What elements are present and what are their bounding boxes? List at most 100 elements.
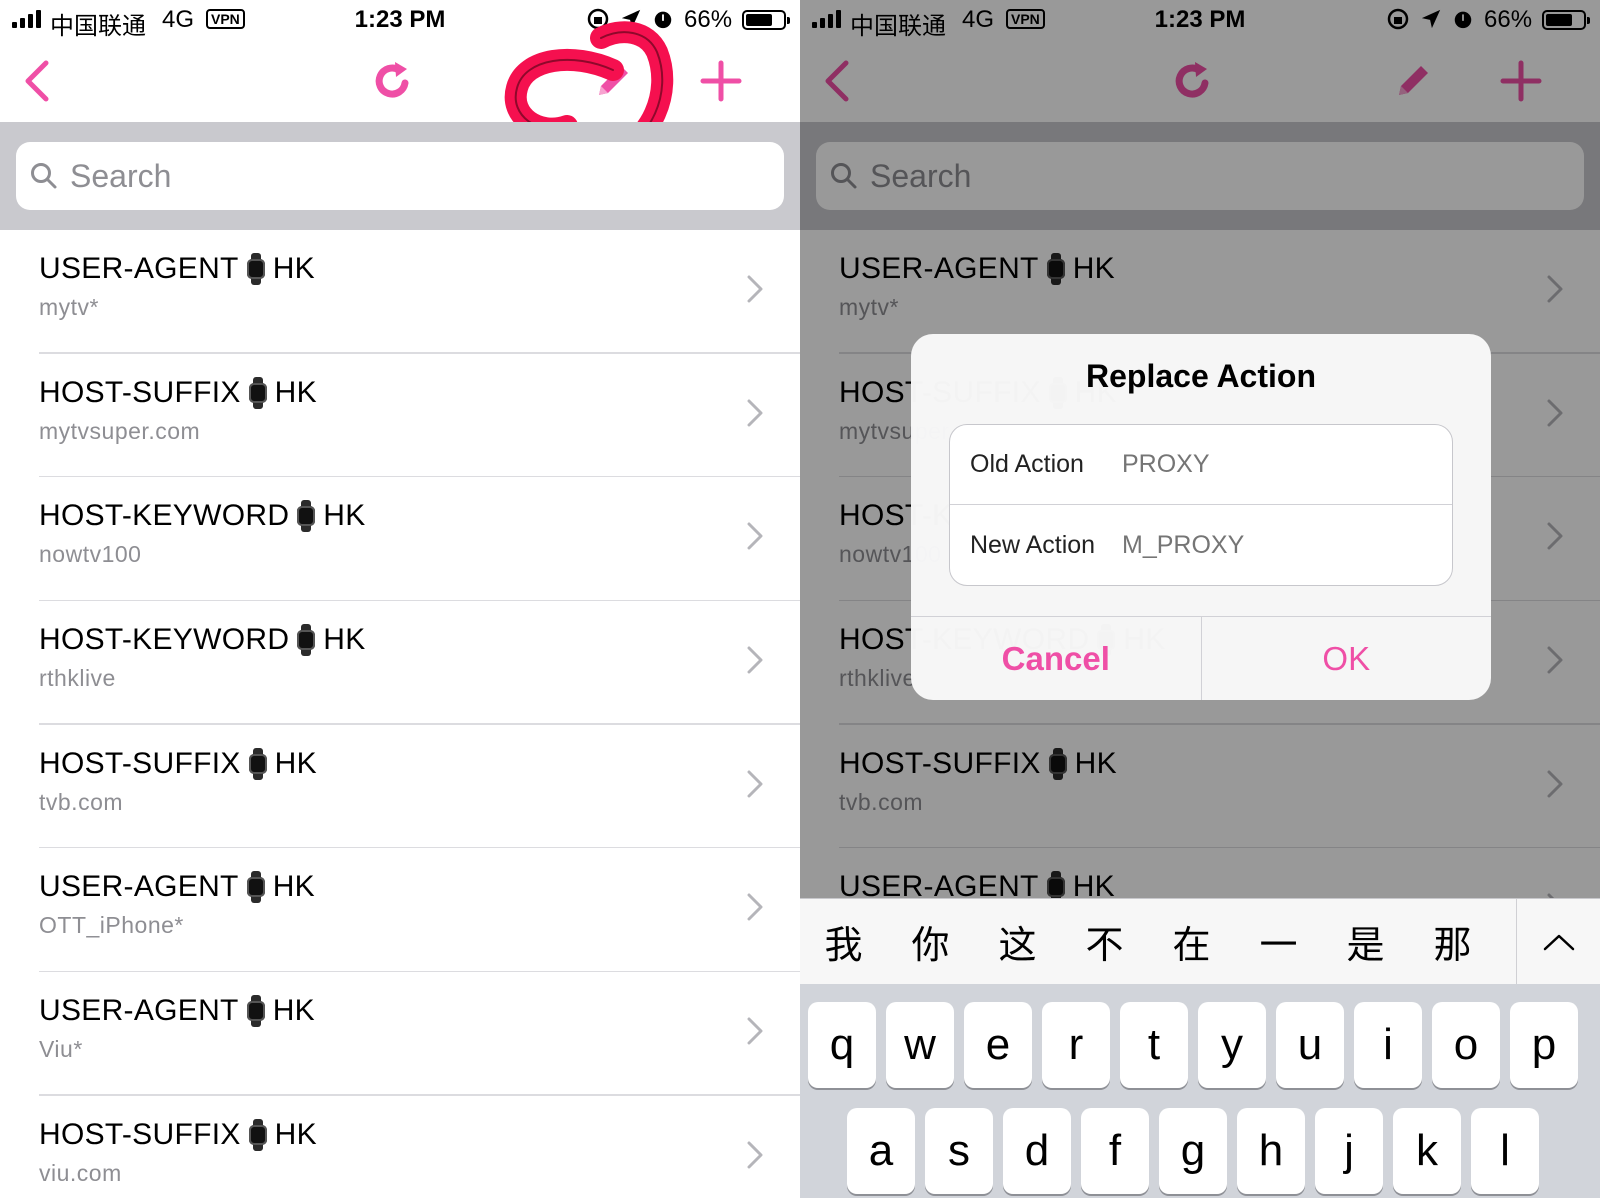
watch-icon [248, 376, 267, 409]
chevron-right-icon [747, 646, 763, 674]
key-f[interactable]: f [1081, 1108, 1149, 1194]
candidate-char[interactable]: 是 [1322, 914, 1409, 969]
ok-button[interactable]: OK [1202, 617, 1492, 700]
rule-policy: HK [1074, 746, 1117, 780]
key-q[interactable]: q [808, 1002, 876, 1088]
candidate-char[interactable]: 一 [1235, 914, 1322, 969]
key-k[interactable]: k [1393, 1108, 1461, 1194]
alarm-icon [1454, 11, 1472, 29]
rule-value: Viu* [39, 1036, 83, 1063]
chevron-right-icon [747, 522, 763, 550]
rule-type: USER-AGENT [39, 994, 239, 1028]
rule-row[interactable]: HOST-SUFFIX HK viu.com [0, 1096, 800, 1198]
rule-row[interactable]: USER-AGENT HK mytv* [0, 230, 800, 354]
old-action-input[interactable] [1122, 450, 1422, 479]
rule-type: HOST-SUFFIX [39, 375, 241, 409]
key-y[interactable]: y [1198, 1002, 1266, 1088]
rule-type: HOST-SUFFIX [839, 746, 1041, 780]
search-placeholder: Search [870, 157, 972, 194]
rule-row[interactable]: USER-AGENT HK OTT_iPhone* [0, 848, 800, 973]
rule-row[interactable]: HOST-SUFFIX HK tvb.com [800, 725, 1600, 849]
back-button[interactable] [10, 54, 64, 108]
rule-row[interactable]: HOST-KEYWORD HK rthklive [0, 601, 800, 725]
chevron-right-icon [1547, 646, 1563, 674]
dialog-title: Replace Action [1086, 358, 1316, 394]
chevron-right-icon [747, 1017, 763, 1045]
key-h[interactable]: h [1237, 1108, 1305, 1194]
candidate-char[interactable]: 我 [800, 914, 887, 969]
key-a[interactable]: a [847, 1108, 915, 1194]
rule-value: mytvsuper.com [39, 417, 201, 444]
key-t[interactable]: t [1120, 1002, 1188, 1088]
right-screen: 中国联通 4G VPN 1:23 PM 66% Search USER-AGEN… [800, 0, 1600, 1198]
key-s[interactable]: s [925, 1108, 993, 1194]
watch-icon [297, 624, 316, 657]
key-d[interactable]: d [1003, 1108, 1071, 1194]
key-g[interactable]: g [1159, 1108, 1227, 1194]
plus-icon [1500, 60, 1542, 102]
rule-title: USER-AGENT HK [839, 252, 1115, 286]
add-button[interactable] [694, 54, 748, 108]
new-action-input[interactable] [1122, 530, 1422, 560]
rule-row[interactable]: HOST-SUFFIX HK tvb.com [0, 725, 800, 849]
key-j[interactable]: j [1315, 1108, 1383, 1194]
old-action-row: Old Action [950, 425, 1452, 505]
key-w[interactable]: w [886, 1002, 954, 1088]
rule-policy: HK [274, 746, 317, 780]
search-band: Search [800, 122, 1600, 230]
back-button[interactable] [810, 54, 864, 108]
rule-policy: HK [323, 623, 366, 657]
candidate-bar: 我你这不在一是那 [800, 898, 1600, 985]
rule-row[interactable]: HOST-SUFFIX HK mytvsuper.com [0, 354, 800, 478]
edit-button[interactable] [1386, 54, 1440, 108]
keyboard: qwertyuiop asdfghjkl [800, 984, 1600, 1198]
plus-icon [700, 60, 742, 102]
nav-bar [800, 40, 1600, 122]
collapse-candidates-button[interactable] [1516, 899, 1600, 985]
battery-icon [742, 10, 790, 30]
refresh-icon [375, 62, 409, 98]
chevron-right-icon [747, 399, 763, 427]
key-e[interactable]: e [964, 1002, 1032, 1088]
watch-icon [1046, 253, 1065, 285]
rule-title: USER-AGENT HK [39, 870, 315, 904]
replace-action-dialog: Replace Action Old Action New Action Can… [911, 334, 1491, 700]
rule-value: tvb.com [839, 788, 924, 815]
chevron-right-icon [1547, 522, 1563, 550]
rule-policy: HK [274, 1117, 317, 1151]
key-u[interactable]: u [1276, 1002, 1344, 1088]
watch-icon [246, 871, 265, 904]
add-button[interactable] [1494, 54, 1548, 108]
search-icon [831, 163, 857, 189]
cancel-button[interactable]: Cancel [911, 617, 1202, 700]
refresh-button[interactable] [366, 54, 420, 108]
left-screen: 中国联通 4G VPN 1:23 PM 66% Search USER-AGEN… [0, 0, 800, 1198]
rule-row[interactable]: USER-AGENT HK Viu* [0, 972, 800, 1096]
new-action-label: New Action [970, 530, 1096, 559]
search-field[interactable]: Search [16, 142, 784, 210]
refresh-button[interactable] [1166, 54, 1220, 108]
candidate-char[interactable]: 这 [974, 914, 1061, 969]
rule-policy: HK [1072, 252, 1115, 285]
rule-row[interactable]: HOST-KEYWORD HK nowtv100 [0, 477, 800, 602]
key-l[interactable]: l [1471, 1108, 1539, 1194]
chevron-right-icon [747, 275, 763, 303]
key-o[interactable]: o [1432, 1002, 1500, 1088]
chevron-right-icon [747, 1141, 763, 1169]
rule-value: rthklive [839, 665, 916, 692]
rule-value: viu.com [39, 1159, 122, 1186]
key-i[interactable]: i [1354, 1002, 1422, 1088]
candidate-char[interactable]: 那 [1409, 914, 1496, 969]
key-r[interactable]: r [1042, 1002, 1110, 1088]
candidate-char[interactable]: 你 [887, 914, 974, 969]
watch-icon [297, 500, 316, 533]
candidate-char[interactable]: 不 [1061, 914, 1148, 969]
key-p[interactable]: p [1510, 1002, 1578, 1088]
rotation-lock-icon [1387, 8, 1409, 30]
rule-title: USER-AGENT HK [39, 994, 315, 1028]
rule-list: USER-AGENT HK mytv* HOST-SUFFIX HK mytvsuper.… [0, 230, 800, 1198]
candidate-char[interactable]: 在 [1148, 914, 1235, 969]
watch-icon [246, 253, 265, 285]
search-field[interactable]: Search [816, 142, 1584, 210]
rule-value: mytv* [839, 294, 899, 320]
